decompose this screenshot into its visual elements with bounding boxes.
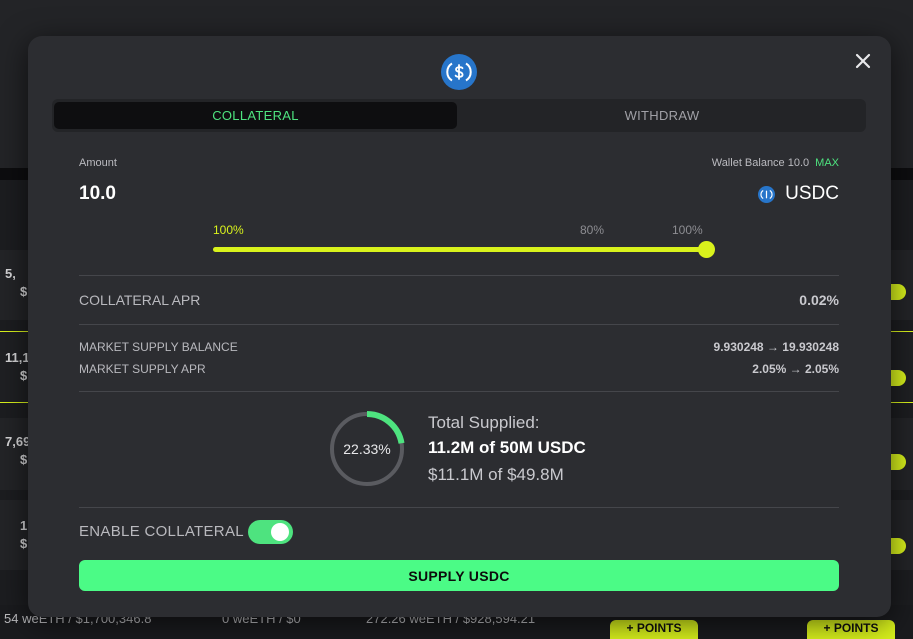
background-cell: $ [20,536,28,551]
slider-mark-80: 80% [580,223,605,237]
mode-tabs: COLLATERAL WITHDRAW [52,99,866,132]
supply-modal: COLLATERAL WITHDRAW Amount Wallet Balanc… [28,36,891,617]
divider [79,391,839,392]
supply-progress-percent: 22.33% [343,441,391,457]
usdc-icon [758,185,776,203]
total-supplied-usd: $11.1M of $49.8M [428,465,564,484]
amount-slider[interactable] [213,241,715,258]
slider-current-value: 100% [213,223,244,237]
slider-handle[interactable] [698,241,715,258]
divider [79,507,839,508]
enable-collateral-toggle[interactable] [248,520,293,544]
divider [79,324,839,325]
supply-button[interactable]: SUPPLY USDC [79,560,839,591]
background-cell: $ [20,368,28,383]
divider [79,275,839,276]
market-supply-balance-value: 9.930248 → 19.930248 [713,340,839,354]
background-cell: 5, [5,266,16,281]
tab-collateral[interactable]: COLLATERAL [54,102,457,129]
collateral-apr-label: COLLATERAL APR [79,292,201,308]
amount-input[interactable] [79,182,379,206]
tab-withdraw[interactable]: WITHDRAW [460,102,864,129]
toggle-knob [271,523,289,541]
wallet-balance: Wallet Balance 10.0 MAX [712,157,839,169]
total-supplied-title: Total Supplied: [428,413,540,432]
market-supply-apr-label: MARKET SUPPLY APR [79,362,206,376]
close-icon[interactable] [852,50,874,72]
slider-fill [213,247,706,252]
amount-label: Amount [79,157,117,169]
background-cell: $ [20,452,28,467]
collateral-apr-value: 0.02% [799,292,839,308]
background-cell: 7,69 [5,434,31,449]
market-supply-apr-value: 2.05% → 2.05% [752,362,839,376]
points-badge: + POINTS [807,620,895,639]
background-cell: 1 [20,518,28,533]
market-supply-balance-label: MARKET SUPPLY BALANCE [79,340,238,354]
asset-selector: USDC [758,182,839,206]
asset-symbol: USDC [785,183,839,204]
enable-collateral-label: ENABLE COLLATERAL [79,523,244,540]
slider-mark-100: 100% [672,223,703,237]
max-button[interactable]: MAX [815,157,839,169]
total-supplied-amount: 11.2M of 50M USDC [428,438,586,457]
points-badge: + POINTS [610,620,698,639]
background-cell: $ [20,284,28,299]
usdc-icon [441,54,477,90]
wallet-balance-text: Wallet Balance 10.0 [711,157,810,169]
